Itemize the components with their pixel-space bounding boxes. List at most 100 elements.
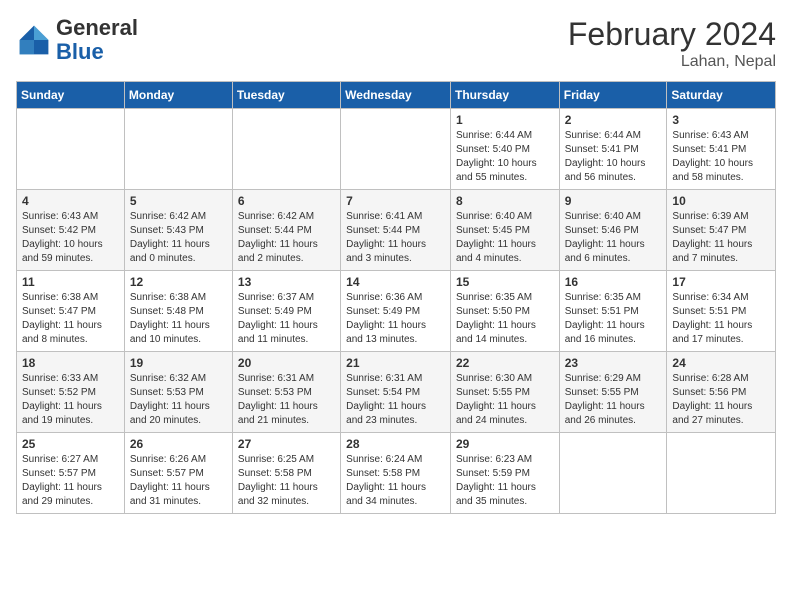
calendar-cell: 3 Sunrise: 6:43 AM Sunset: 5:41 PM Daylig… [667, 109, 776, 190]
day-number: 8 [456, 194, 554, 208]
day-number: 16 [565, 275, 662, 289]
calendar-week-row: 11 Sunrise: 6:38 AM Sunset: 5:47 PM Dayli… [17, 271, 776, 352]
day-info: Sunrise: 6:25 AM Sunset: 5:58 PM Dayligh… [238, 453, 335, 509]
page-header: General Blue February 2024 Lahan, Nepal [16, 16, 776, 71]
day-info: Sunrise: 6:26 AM Sunset: 5:57 PM Dayligh… [130, 453, 227, 509]
day-number: 10 [672, 194, 770, 208]
calendar-cell: 11 Sunrise: 6:38 AM Sunset: 5:47 PM Dayli… [17, 271, 125, 352]
day-info: Sunrise: 6:43 AM Sunset: 5:41 PM Dayligh… [672, 129, 770, 185]
calendar-cell [17, 109, 125, 190]
calendar-cell: 4Sunrise: 6:43 AM Sunset: 5:42 PM Daylig… [17, 190, 125, 271]
calendar-cell: 19 Sunrise: 6:32 AM Sunset: 5:53 PM Dayli… [124, 352, 232, 433]
day-info: Sunrise: 6:38 AM Sunset: 5:47 PM Dayligh… [22, 291, 119, 347]
day-number: 21 [346, 356, 445, 370]
calendar-cell: 23 Sunrise: 6:29 AM Sunset: 5:55 PM Dayli… [559, 352, 667, 433]
day-info: Sunrise: 6:37 AM Sunset: 5:49 PM Dayligh… [238, 291, 335, 347]
calendar-cell: 27 Sunrise: 6:25 AM Sunset: 5:58 PM Dayli… [232, 433, 340, 514]
day-info: Sunrise: 6:44 AM Sunset: 5:40 PM Dayligh… [456, 129, 554, 185]
page-subtitle: Lahan, Nepal [568, 53, 776, 71]
day-number: 18 [22, 356, 119, 370]
day-info: Sunrise: 6:28 AM Sunset: 5:56 PM Dayligh… [672, 372, 770, 428]
day-info: Sunrise: 6:44 AM Sunset: 5:41 PM Dayligh… [565, 129, 662, 185]
day-number: 5 [130, 194, 227, 208]
day-info: Sunrise: 6:42 AM Sunset: 5:44 PM Dayligh… [238, 210, 335, 266]
day-number: 14 [346, 275, 445, 289]
calendar-cell [667, 433, 776, 514]
day-number: 9 [565, 194, 662, 208]
day-info: Sunrise: 6:32 AM Sunset: 5:53 PM Dayligh… [130, 372, 227, 428]
calendar-cell: 6Sunrise: 6:42 AM Sunset: 5:44 PM Daylig… [232, 190, 340, 271]
calendar-cell: 12Sunrise: 6:38 AM Sunset: 5:48 PM Dayli… [124, 271, 232, 352]
page-title: February 2024 [568, 16, 776, 53]
day-info: Sunrise: 6:23 AM Sunset: 5:59 PM Dayligh… [456, 453, 554, 509]
calendar-cell: 18 Sunrise: 6:33 AM Sunset: 5:52 PM Dayli… [17, 352, 125, 433]
weekday-header: Tuesday [232, 82, 340, 109]
day-info: Sunrise: 6:33 AM Sunset: 5:52 PM Dayligh… [22, 372, 119, 428]
day-number: 23 [565, 356, 662, 370]
day-number: 27 [238, 437, 335, 451]
calendar-week-row: 18 Sunrise: 6:33 AM Sunset: 5:52 PM Dayli… [17, 352, 776, 433]
day-number: 29 [456, 437, 554, 451]
calendar-cell: 22 Sunrise: 6:30 AM Sunset: 5:55 PM Dayli… [450, 352, 559, 433]
day-number: 26 [130, 437, 227, 451]
day-number: 11 [22, 275, 119, 289]
calendar-cell: 15Sunrise: 6:35 AM Sunset: 5:50 PM Dayli… [450, 271, 559, 352]
day-number: 24 [672, 356, 770, 370]
weekday-header: Thursday [450, 82, 559, 109]
weekday-header: Wednesday [341, 82, 451, 109]
day-info: Sunrise: 6:31 AM Sunset: 5:53 PM Dayligh… [238, 372, 335, 428]
day-number: 17 [672, 275, 770, 289]
calendar-cell: 1 Sunrise: 6:44 AM Sunset: 5:40 PM Daylig… [450, 109, 559, 190]
day-number: 25 [22, 437, 119, 451]
calendar-cell: 29 Sunrise: 6:23 AM Sunset: 5:59 PM Dayli… [450, 433, 559, 514]
calendar-cell: 26 Sunrise: 6:26 AM Sunset: 5:57 PM Dayli… [124, 433, 232, 514]
title-area: February 2024 Lahan, Nepal [568, 16, 776, 71]
day-number: 1 [456, 113, 554, 127]
day-info: Sunrise: 6:39 AM Sunset: 5:47 PM Dayligh… [672, 210, 770, 266]
calendar-cell [124, 109, 232, 190]
day-number: 28 [346, 437, 445, 451]
logo-blue-text: Blue [56, 39, 104, 64]
calendar-week-row: 1 Sunrise: 6:44 AM Sunset: 5:40 PM Daylig… [17, 109, 776, 190]
calendar-week-row: 4Sunrise: 6:43 AM Sunset: 5:42 PM Daylig… [17, 190, 776, 271]
calendar-cell: 21Sunrise: 6:31 AM Sunset: 5:54 PM Dayli… [341, 352, 451, 433]
day-number: 12 [130, 275, 227, 289]
day-number: 13 [238, 275, 335, 289]
calendar-header-row: SundayMondayTuesdayWednesdayThursdayFrid… [17, 82, 776, 109]
logo-icon [16, 22, 52, 58]
calendar-cell: 24 Sunrise: 6:28 AM Sunset: 5:56 PM Dayli… [667, 352, 776, 433]
calendar-week-row: 25 Sunrise: 6:27 AM Sunset: 5:57 PM Dayli… [17, 433, 776, 514]
day-info: Sunrise: 6:40 AM Sunset: 5:45 PM Dayligh… [456, 210, 554, 266]
calendar-cell: 16 Sunrise: 6:35 AM Sunset: 5:51 PM Dayli… [559, 271, 667, 352]
calendar-cell: 17 Sunrise: 6:34 AM Sunset: 5:51 PM Dayli… [667, 271, 776, 352]
day-number: 20 [238, 356, 335, 370]
calendar-cell: 28Sunrise: 6:24 AM Sunset: 5:58 PM Dayli… [341, 433, 451, 514]
logo-general-text: General [56, 15, 138, 40]
day-number: 3 [672, 113, 770, 127]
day-number: 19 [130, 356, 227, 370]
calendar-cell: 10 Sunrise: 6:39 AM Sunset: 5:47 PM Dayli… [667, 190, 776, 271]
calendar-cell: 9 Sunrise: 6:40 AM Sunset: 5:46 PM Daylig… [559, 190, 667, 271]
calendar-cell: 20 Sunrise: 6:31 AM Sunset: 5:53 PM Dayli… [232, 352, 340, 433]
weekday-header: Friday [559, 82, 667, 109]
calendar-cell: 7Sunrise: 6:41 AM Sunset: 5:44 PM Daylig… [341, 190, 451, 271]
calendar-table: SundayMondayTuesdayWednesdayThursdayFrid… [16, 81, 776, 514]
calendar-cell: 13 Sunrise: 6:37 AM Sunset: 5:49 PM Dayli… [232, 271, 340, 352]
day-info: Sunrise: 6:35 AM Sunset: 5:51 PM Dayligh… [565, 291, 662, 347]
day-info: Sunrise: 6:30 AM Sunset: 5:55 PM Dayligh… [456, 372, 554, 428]
weekday-header: Saturday [667, 82, 776, 109]
logo: General Blue [16, 16, 138, 64]
day-number: 22 [456, 356, 554, 370]
day-info: Sunrise: 6:29 AM Sunset: 5:55 PM Dayligh… [565, 372, 662, 428]
day-info: Sunrise: 6:27 AM Sunset: 5:57 PM Dayligh… [22, 453, 119, 509]
day-number: 15 [456, 275, 554, 289]
calendar-cell: 5Sunrise: 6:42 AM Sunset: 5:43 PM Daylig… [124, 190, 232, 271]
day-number: 2 [565, 113, 662, 127]
day-info: Sunrise: 6:34 AM Sunset: 5:51 PM Dayligh… [672, 291, 770, 347]
day-number: 7 [346, 194, 445, 208]
day-number: 4 [22, 194, 119, 208]
calendar-cell [559, 433, 667, 514]
calendar-cell: 8 Sunrise: 6:40 AM Sunset: 5:45 PM Daylig… [450, 190, 559, 271]
day-info: Sunrise: 6:40 AM Sunset: 5:46 PM Dayligh… [565, 210, 662, 266]
weekday-header: Sunday [17, 82, 125, 109]
